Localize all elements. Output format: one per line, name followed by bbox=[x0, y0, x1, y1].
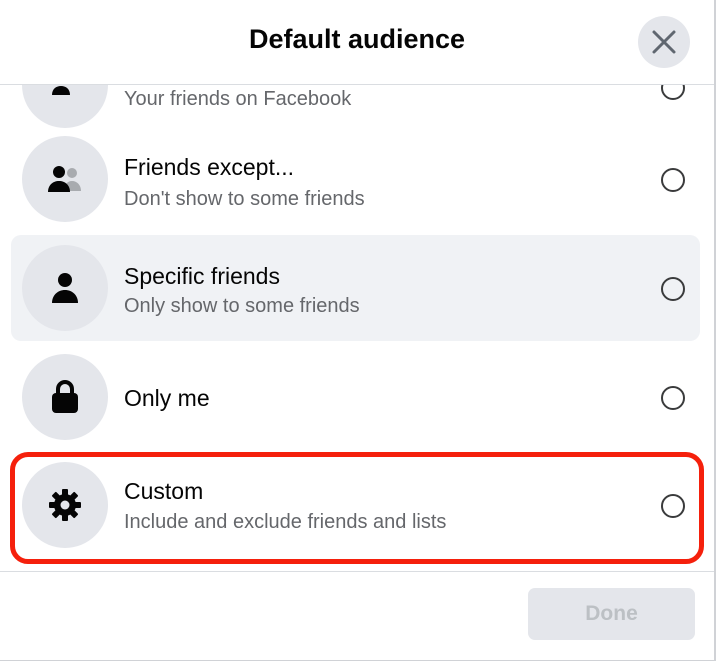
option-specific-friends-radio[interactable] bbox=[661, 277, 685, 301]
done-button[interactable]: Done bbox=[528, 588, 695, 640]
dialog-header: Default audience bbox=[0, 0, 714, 85]
option-custom-radio[interactable] bbox=[661, 494, 685, 518]
friends-icon bbox=[22, 85, 108, 128]
dialog-title: Default audience bbox=[248, 24, 466, 54]
option-only-me-title: Only me bbox=[124, 385, 210, 411]
option-custom[interactable]: Custom Include and exclude friends and l… bbox=[11, 452, 700, 558]
person-icon bbox=[22, 245, 108, 331]
friends-except-icon bbox=[22, 136, 108, 222]
lock-icon bbox=[22, 354, 108, 440]
option-friends-except-subtitle: Don't show to some friends bbox=[124, 188, 365, 210]
gear-icon bbox=[22, 462, 108, 548]
option-only-me-radio[interactable] bbox=[661, 386, 685, 410]
audience-options-list[interactable]: Your friends on Facebook Friends except.… bbox=[0, 85, 714, 571]
dialog-footer: Done bbox=[0, 571, 714, 660]
option-specific-friends[interactable]: Specific friends Only show to some frien… bbox=[11, 235, 700, 341]
close-icon bbox=[652, 30, 676, 54]
option-friends-subtitle: Your friends on Facebook bbox=[124, 88, 352, 110]
close-button[interactable] bbox=[638, 16, 690, 68]
option-friends-radio[interactable] bbox=[661, 85, 685, 100]
option-friends-except-title: Friends except... bbox=[124, 154, 295, 180]
option-specific-friends-subtitle: Only show to some friends bbox=[124, 295, 360, 317]
option-specific-friends-title: Specific friends bbox=[124, 263, 280, 289]
option-custom-title: Custom bbox=[124, 478, 204, 504]
option-custom-subtitle: Include and exclude friends and lists bbox=[124, 511, 447, 533]
option-only-me[interactable]: Only me bbox=[11, 344, 700, 450]
option-friends-except[interactable]: Friends except... Don't show to some fri… bbox=[11, 126, 700, 232]
option-friends-except-radio[interactable] bbox=[661, 168, 685, 192]
default-audience-dialog: Your friends on Facebook Friends except.… bbox=[0, 0, 716, 661]
